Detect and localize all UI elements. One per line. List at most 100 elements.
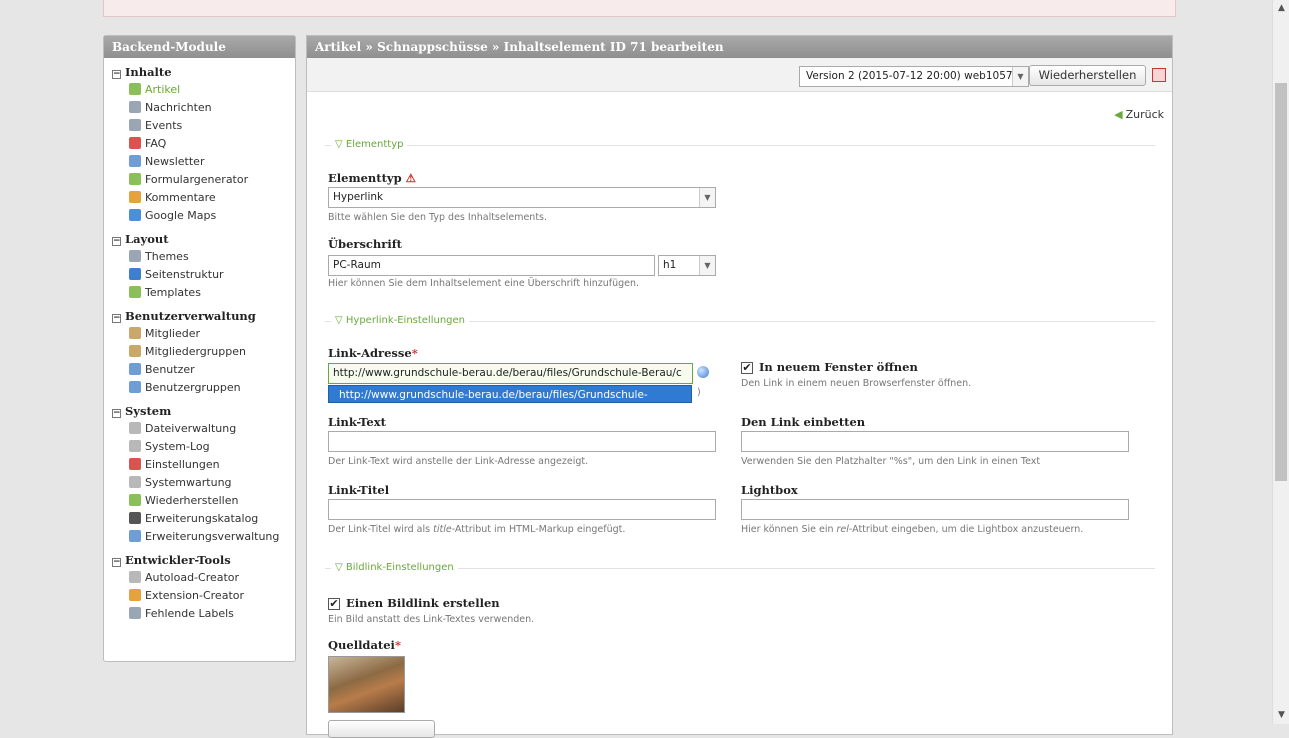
sidebar-item[interactable]: Formulargenerator [104, 171, 295, 189]
scroll-up-icon[interactable]: ▲ [1273, 0, 1289, 17]
sidebar-item-label: Nachrichten [145, 101, 212, 114]
template-icon [129, 286, 141, 298]
new-window-help: Den Link in einem neuen Browserfenster ö… [741, 378, 972, 389]
sidebar-item-label: Formulargenerator [145, 173, 249, 186]
sidebar-group-title[interactable]: − System [104, 403, 295, 420]
sidebar-group-title[interactable]: − Entwickler-Tools [104, 552, 295, 569]
section-hyperlink-legend: ▽ Hyperlink-Einstellungen [331, 315, 470, 326]
link-text-help: Der Link-Text wird anstelle der Link-Adr… [328, 456, 589, 467]
backend-modules-sidebar: Backend-Module − Inhalte Artikel Nachrichte… [103, 35, 296, 662]
collapse-icon[interactable]: − [112, 237, 121, 246]
settings-icon [129, 458, 141, 470]
link-adresse-input[interactable]: http://www.grundschule-berau.de/berau/fi… [328, 363, 693, 384]
sidebar-item[interactable]: Erweiterungsverwaltung [104, 528, 295, 546]
sidebar-item[interactable]: Extension-Creator [104, 587, 295, 605]
link-titel-input[interactable] [328, 499, 716, 520]
einbetten-label: Den Link einbetten [741, 415, 866, 429]
collapse-icon[interactable]: − [112, 409, 121, 418]
section-bildlink-legend: ▽ Bildlink-Einstellungen [331, 562, 458, 573]
einbetten-help: Verwenden Sie den Platzhalter "%s", um d… [741, 456, 1041, 467]
sidebar-group-label: Layout [125, 232, 169, 246]
sidebar-group-title[interactable]: − Benutzerverwaltung [104, 308, 295, 325]
themes-icon [129, 250, 141, 262]
sidebar-item[interactable]: Fehlende Labels [104, 605, 295, 623]
extension-creator-icon [129, 589, 141, 601]
new-window-label[interactable]: In neuem Fenster öffnen [759, 360, 918, 374]
sidebar-item[interactable]: Kommentare [104, 189, 295, 207]
sidebar-item[interactable]: Autoload-Creator [104, 569, 295, 587]
section-bildlink[interactable]: ▽ Bildlink-Einstellungen [325, 562, 1155, 574]
sidebar-item[interactable]: Themes [104, 248, 295, 266]
sidebar-item[interactable]: Mitgliedergruppen [104, 343, 295, 361]
diff-icon[interactable] [1152, 68, 1166, 82]
sidebar-group: − Inhalte Artikel Nachrichten Events FAQ Newsl… [104, 64, 295, 225]
chevron-down-icon: ▼ [699, 256, 715, 275]
new-window-checkbox[interactable]: ✔ [741, 362, 753, 374]
sidebar-item[interactable]: Nachrichten [104, 99, 295, 117]
collapse-icon[interactable]: − [112, 314, 121, 323]
link-text-input[interactable] [328, 431, 716, 452]
user-icon [129, 363, 141, 375]
sidebar-item[interactable]: Einstellungen [104, 456, 295, 474]
lightbox-help: Hier können Sie ein rel-Attribut eingebe… [741, 524, 1084, 535]
log-icon [129, 440, 141, 452]
autocomplete-suggestion[interactable]: http://www.grundschule-berau.de/berau/fi… [328, 385, 692, 419]
faq-icon [129, 137, 141, 149]
elementtyp-select[interactable]: Hyperlink ▼ [328, 187, 716, 208]
sidebar-title: Backend-Module [104, 36, 295, 58]
sidebar-item[interactable]: Benutzergruppen [104, 379, 295, 397]
heading-level-select[interactable]: h1 ▼ [658, 255, 716, 276]
bildlink-label[interactable]: Einen Bildlink erstellen [346, 596, 500, 610]
page-scrollbar[interactable]: ▲ ▼ [1272, 0, 1289, 724]
link-adresse-help-tail: ) [697, 387, 701, 398]
sidebar-item-label: Google Maps [145, 209, 217, 222]
sidebar-group-label: System [125, 404, 172, 418]
sidebar-item-label: Benutzer [145, 363, 195, 376]
bildlink-help: Ein Bild anstatt des Link-Textes verwend… [328, 614, 535, 625]
lightbox-input[interactable] [741, 499, 1129, 520]
globe-icon[interactable] [697, 366, 709, 378]
sidebar-item[interactable]: System-Log [104, 438, 295, 456]
ueberschrift-input[interactable]: PC-Raum [328, 255, 655, 276]
sidebar-group-label: Entwickler-Tools [125, 553, 231, 567]
sidebar-item[interactable]: Wiederherstellen [104, 492, 295, 510]
sidebar-group-title[interactable]: − Inhalte [104, 64, 295, 81]
source-image-thumbnail[interactable] [328, 656, 405, 713]
sidebar-item[interactable]: Newsletter [104, 153, 295, 171]
back-link[interactable]: ◀ Zurück [1114, 108, 1164, 121]
einbetten-input[interactable] [741, 431, 1129, 452]
maintenance-icon [129, 476, 141, 488]
version-select[interactable]: Version 2 (2015-07-12 20:00) web1057 ▼ [799, 66, 1029, 87]
bildlink-checkbox[interactable]: ✔ [328, 598, 340, 610]
lightbox-label: Lightbox [741, 483, 798, 497]
ueberschrift-help: Hier können Sie dem Inhaltselement eine … [328, 278, 640, 289]
sidebar-item[interactable]: Artikel [104, 81, 295, 99]
collapse-icon[interactable]: − [112, 558, 121, 567]
sidebar-group-label: Benutzerverwaltung [125, 309, 256, 323]
breadcrumb: Artikel » Schnappschüsse » Inhaltselemen… [307, 36, 1172, 58]
sidebar-item[interactable]: Templates [104, 284, 295, 302]
sidebar-item[interactable]: Google Maps [104, 207, 295, 225]
collapse-icon[interactable]: − [112, 70, 121, 79]
scrollbar-thumb[interactable] [1275, 83, 1287, 481]
link-adresse-label: Link-Adresse* [328, 346, 418, 360]
section-hyperlink[interactable]: ▽ Hyperlink-Einstellungen [325, 315, 1155, 327]
sidebar-group-label: Inhalte [125, 65, 172, 79]
sidebar-item-label: Templates [145, 286, 201, 299]
section-elementtyp[interactable]: ▽ Elementtyp [325, 139, 1155, 151]
chevron-down-icon: ▼ [1012, 67, 1028, 86]
sidebar-item[interactable]: Systemwartung [104, 474, 295, 492]
restore-button[interactable]: Wiederherstellen [1029, 65, 1146, 86]
back-arrow-icon: ◀ [1114, 108, 1123, 121]
sidebar-item[interactable]: Erweiterungskatalog [104, 510, 295, 528]
sidebar-item[interactable]: Seitenstruktur [104, 266, 295, 284]
change-selection-button[interactable] [328, 720, 435, 738]
sidebar-item-label: Einstellungen [145, 458, 220, 471]
sidebar-item[interactable]: Mitglieder [104, 325, 295, 343]
sidebar-item[interactable]: FAQ [104, 135, 295, 153]
sidebar-item[interactable]: Events [104, 117, 295, 135]
scroll-down-icon[interactable]: ▼ [1273, 707, 1289, 724]
sidebar-item[interactable]: Benutzer [104, 361, 295, 379]
sidebar-item[interactable]: Dateiverwaltung [104, 420, 295, 438]
sidebar-group-title[interactable]: − Layout [104, 231, 295, 248]
